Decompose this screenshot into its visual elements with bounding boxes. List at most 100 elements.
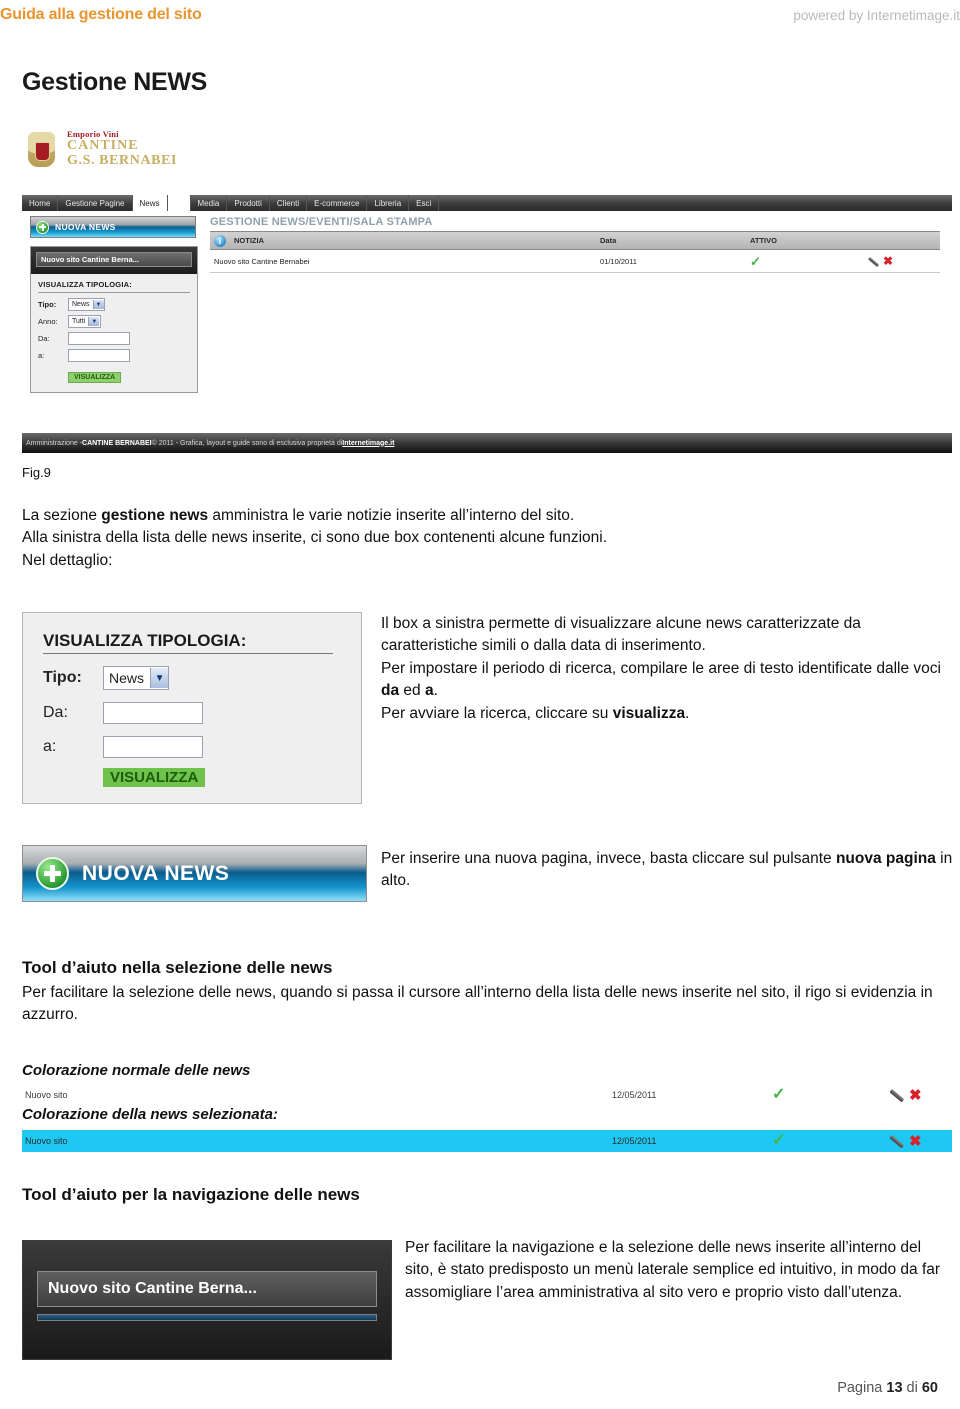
enlarged-row-a: a: <box>43 736 361 758</box>
news-table-header: i NOTIZIA Data ATTIVO <box>210 231 940 250</box>
enlarged-side-menu-item[interactable]: Nuovo sito Cantine Berna... <box>37 1271 377 1307</box>
enlarged-tipo-select[interactable]: News ▼ <box>103 666 170 690</box>
nuova-text-a: Per inserire una nuova pagina, invece, b… <box>381 850 836 867</box>
nuova-text-b: nuova pagina <box>835 850 936 867</box>
box-text-line2a: Per impostare il periodo di ricerca, com… <box>381 659 941 677</box>
filter-tipo-select[interactable]: News ▼ <box>68 298 105 311</box>
nav-item-esci[interactable]: Esci <box>409 195 440 211</box>
check-icon: ✓ <box>772 1086 786 1103</box>
nuova-news-description: Per inserire una nuova pagina, invece, b… <box>381 848 956 893</box>
box-text-visualizza: visualizza <box>612 704 686 722</box>
cell-actions: ✖ <box>870 255 940 267</box>
nav-item-clienti[interactable]: Clienti <box>270 195 308 211</box>
box-text-a: a <box>424 682 434 700</box>
enlarged-nuova-news-button[interactable]: NUOVA NEWS <box>22 845 367 902</box>
filter-a-label: a: <box>38 351 45 360</box>
enlarged-da-input[interactable] <box>103 702 203 724</box>
nav-item-gestione-pagine[interactable]: Gestione Pagine <box>58 195 133 211</box>
site-logo: Emporio Vini CANTINE G.S. BERNABEI <box>22 128 177 170</box>
sidebar-filter-panel: VISUALIZZA TIPOLOGIA: Tipo: News ▼ Anno:… <box>31 274 197 392</box>
nav-item-media[interactable]: Media <box>191 195 228 211</box>
delete-x-icon[interactable]: ✖ <box>909 1088 922 1103</box>
figure-caption: Fig.9 <box>22 465 51 480</box>
filter-submit-button[interactable]: VISUALIZZA <box>68 372 122 383</box>
delete-x-icon[interactable]: ✖ <box>883 255 893 267</box>
enlarged-tipo-value: News <box>109 670 145 686</box>
enlarged-side-menu: Nuovo sito Cantine Berna... <box>22 1240 392 1360</box>
demo-selected-name: Nuovo sito <box>25 1136 68 1146</box>
plus-icon <box>36 857 69 890</box>
enlarged-row-da: Da: <box>43 702 361 724</box>
demo-normal-attivo: ✓ <box>772 1087 892 1103</box>
edit-pencil-icon[interactable] <box>892 1134 906 1148</box>
nav-item-home[interactable]: Home <box>22 195 59 211</box>
app-main-nav: Home Gestione Pagine News Media Prodotti… <box>22 195 952 211</box>
cell-data: 01/10/2011 <box>600 256 637 266</box>
intro-line1c: amministra le varie notizie inserite all… <box>208 507 575 524</box>
enlarged-submit-button[interactable]: VISUALIZZA <box>103 768 206 787</box>
app-sidebar: NUOVA NEWS Nuovo sito Cantine Berna... V… <box>30 216 198 393</box>
check-icon: ✓ <box>772 1132 786 1149</box>
column-header-attivo: ATTIVO <box>750 236 777 245</box>
nav-item-news[interactable]: News <box>132 195 168 211</box>
enlarged-row-tipo: Tipo: News ▼ <box>43 666 361 690</box>
enlarged-filter-title: VISUALIZZA TIPOLOGIA: <box>43 631 333 654</box>
nuova-news-button[interactable]: NUOVA NEWS <box>30 216 196 238</box>
page-footer-number: 13 <box>886 1380 903 1396</box>
section-navigation-body: Per facilitare la navigazione e la selez… <box>405 1239 941 1301</box>
nav-item-prodotti[interactable]: Prodotti <box>227 195 270 211</box>
enlarged-a-label: a: <box>43 738 57 755</box>
logo-line-2: CANTINE <box>67 138 139 154</box>
label-selected-coloring: Colorazione della news selezionata: <box>22 1106 278 1123</box>
filter-anno-value: Tutti <box>72 318 86 325</box>
info-icon: i <box>214 234 226 247</box>
nav-item-ecommerce[interactable]: E-commerce <box>307 195 368 211</box>
enlarged-filter-box: VISUALIZZA TIPOLOGIA: Tipo: News ▼ Da: a… <box>22 612 362 804</box>
box-text-line2c: ed <box>399 682 425 700</box>
filter-da-input[interactable] <box>68 332 130 345</box>
filter-a-input[interactable] <box>68 349 130 362</box>
nav-item-libreria[interactable]: Libreria <box>367 195 410 211</box>
logo-line-3: G.S. BERNABEI <box>67 153 178 169</box>
demo-selected-actions: ✖ <box>892 1134 952 1149</box>
page-title: Gestione NEWS <box>22 68 208 96</box>
filter-row-da: Da: <box>38 332 190 345</box>
app-footer-part4: Internetimage.it <box>342 439 395 447</box>
demo-selected-date: 12/05/2011 <box>612 1136 657 1146</box>
chevron-down-icon: ▼ <box>92 300 104 309</box>
main-heading: GESTIONE NEWS/EVENTI/SALA STAMPA <box>210 216 433 228</box>
enlarged-a-input[interactable] <box>103 736 203 758</box>
app-footer-part2: CANTINE BERNABEI <box>82 439 152 447</box>
edit-pencil-icon[interactable] <box>892 1088 906 1102</box>
app-footer: Amministrazione - CANTINE BERNABEI © 201… <box>22 433 952 453</box>
column-header-data: Data <box>600 236 617 245</box>
enlarged-nuova-news-label: NUOVA NEWS <box>82 861 230 885</box>
check-icon: ✓ <box>750 253 761 269</box>
filter-tipo-value: News <box>72 301 90 308</box>
demo-normal-actions: ✖ <box>892 1088 952 1103</box>
section-selection-body: Per facilitare la selezione delle news, … <box>22 984 933 1024</box>
demo-row-selected[interactable]: Nuovo sito 12/05/2011 ✓ ✖ <box>22 1130 952 1152</box>
guide-title: Guida alla gestione del sito <box>0 6 202 23</box>
intro-line3: Nel dettaglio: <box>22 551 113 569</box>
edit-pencil-icon[interactable] <box>870 256 881 267</box>
demo-normal-date: 12/05/2011 <box>612 1090 657 1100</box>
box-text-line3a: Per avviare la ricerca, cliccare su <box>381 704 613 722</box>
section-selection-title: Tool d’aiuto nella selezione delle news <box>22 958 333 977</box>
delete-x-icon[interactable]: ✖ <box>909 1134 922 1149</box>
filter-row-anno: Anno: Tutti ▼ <box>38 315 190 328</box>
enlarged-tipo-label: Tipo: <box>43 669 82 686</box>
sidebar-menu-item[interactable]: Nuovo sito Cantine Berna... <box>36 252 192 267</box>
demo-row-normal[interactable]: Nuovo sito 12/05/2011 ✓ ✖ <box>22 1084 952 1106</box>
sidebar-panel: Nuovo sito Cantine Berna... VISUALIZZA T… <box>30 246 198 393</box>
enlarged-side-menu-bar <box>37 1314 377 1321</box>
nav-spacer <box>167 195 191 211</box>
table-row[interactable]: Nuovo sito Cantine Bernabei 01/10/2011 ✓… <box>210 250 940 273</box>
intro-paragraph: La sezione gestione news amministra le v… <box>22 505 942 572</box>
crest-icon <box>22 128 62 170</box>
document-header: Guida alla gestione del sito powered by … <box>0 0 960 30</box>
filter-row-a: a: <box>38 349 190 362</box>
filter-anno-select[interactable]: Tutti ▼ <box>68 315 101 328</box>
intro-line2: Alla sinistra della lista delle news ins… <box>22 529 608 547</box>
box-text-line1: Il box a sinistra permette di visualizza… <box>381 615 861 655</box>
